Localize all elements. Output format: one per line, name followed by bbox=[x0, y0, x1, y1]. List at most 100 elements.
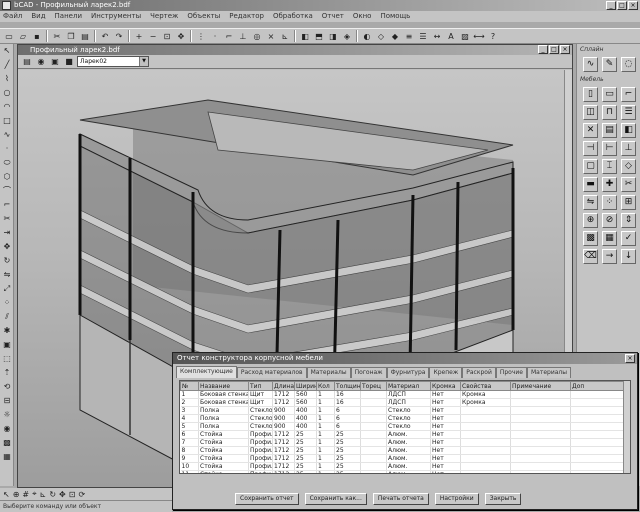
minimize-button[interactable]: _ bbox=[606, 1, 616, 10]
move-icon[interactable]: ✥ bbox=[1, 241, 13, 253]
snap-mid-icon[interactable]: ⊥ bbox=[237, 30, 249, 42]
array-panel-icon[interactable]: ⁘ bbox=[602, 195, 617, 210]
menu-objects[interactable]: Объекты bbox=[187, 11, 220, 22]
fillet-icon[interactable]: ⌒ bbox=[1, 185, 13, 197]
table-row[interactable]: 4 Полка Стекло 900 400 1 6 Стекло Нет bbox=[180, 414, 625, 423]
hatch-icon[interactable]: ▨ bbox=[459, 30, 471, 42]
point-icon[interactable]: · bbox=[1, 143, 13, 155]
undo-icon[interactable]: ↶ bbox=[99, 30, 111, 42]
trim-icon[interactable]: ✂ bbox=[1, 213, 13, 225]
fit-view-icon[interactable]: ⊡ bbox=[69, 490, 76, 499]
array-icon[interactable]: ⁘ bbox=[1, 297, 13, 309]
table-row[interactable]: 5 Полка Стекло 900 400 1 6 Стекло Нет bbox=[180, 422, 625, 431]
menu-processing[interactable]: Обработка bbox=[273, 11, 313, 22]
ortho-toggle-icon[interactable]: ⊾ bbox=[40, 490, 47, 499]
table-row[interactable]: 6СтойкаПрофиль171225125Алюм.Нет bbox=[180, 430, 625, 439]
close-report-button[interactable]: Закрыть bbox=[484, 493, 522, 505]
hinge-icon[interactable]: ⊢ bbox=[602, 141, 617, 156]
menu-panels[interactable]: Панели bbox=[55, 11, 82, 22]
chevron-down-icon[interactable]: ▼ bbox=[139, 57, 148, 66]
refresh-icon[interactable]: ⟳ bbox=[78, 490, 85, 499]
help-icon[interactable]: ? bbox=[487, 30, 499, 42]
panel-icon[interactable]: ▯ bbox=[583, 87, 598, 102]
tab-fasteners[interactable]: Крепеж bbox=[429, 367, 463, 378]
line-icon[interactable]: ╱ bbox=[1, 59, 13, 71]
tab-materials-2[interactable]: Материалы bbox=[527, 367, 571, 378]
extrude-icon[interactable]: ⇡ bbox=[1, 367, 13, 379]
arrow-down-icon[interactable]: ↓ bbox=[621, 249, 636, 264]
menu-report[interactable]: Отчет bbox=[322, 11, 344, 22]
column-header[interactable]: Свойства bbox=[460, 381, 511, 391]
cut-panel-icon[interactable]: ✂ bbox=[621, 177, 636, 192]
spline-close-icon[interactable]: ◌ bbox=[621, 57, 636, 72]
edge-icon[interactable]: ▬ bbox=[583, 177, 598, 192]
grid-scrollbar[interactable] bbox=[623, 381, 630, 473]
texture-icon[interactable]: ▦ bbox=[1, 451, 13, 463]
column-header[interactable]: Примечание bbox=[510, 381, 571, 391]
corner-icon[interactable]: ⌐ bbox=[621, 87, 636, 102]
view-iso-icon[interactable]: ◈ bbox=[341, 30, 353, 42]
close-button[interactable]: × bbox=[628, 1, 638, 10]
text-icon[interactable]: A bbox=[445, 30, 457, 42]
save-icon[interactable]: ▪ bbox=[31, 30, 43, 42]
column-header[interactable]: Кол bbox=[316, 381, 335, 391]
light-icon[interactable]: ☼ bbox=[1, 409, 13, 421]
doc-minimize-button[interactable]: _ bbox=[538, 45, 548, 54]
frame-icon[interactable]: ▢ bbox=[583, 159, 598, 174]
menu-file[interactable]: Файл bbox=[3, 11, 22, 22]
pan-icon[interactable]: ✥ bbox=[175, 30, 187, 42]
save-report-button[interactable]: Сохранить отчет bbox=[235, 493, 299, 505]
align-icon[interactable]: ⊞ bbox=[621, 195, 636, 210]
table-row[interactable]: 10СтойкаПрофиль171225125Алюм.Нет bbox=[180, 462, 625, 471]
handle-icon[interactable]: ⊣ bbox=[583, 141, 598, 156]
tab-components[interactable]: Комплектующие bbox=[176, 366, 237, 378]
settings-button[interactable]: Настройки bbox=[434, 493, 479, 505]
cabinet-icon[interactable]: ◫ bbox=[583, 105, 598, 120]
door-icon[interactable]: ◧ bbox=[621, 123, 636, 138]
copy-icon[interactable]: ❐ bbox=[65, 30, 77, 42]
table-row[interactable]: 11СтойкаПрофиль171225125Алюм.Нет bbox=[180, 470, 625, 473]
leg-icon[interactable]: ⊥ bbox=[621, 141, 636, 156]
delete-icon[interactable]: ⌫ bbox=[583, 249, 598, 264]
new-file-icon[interactable]: ▭ bbox=[3, 30, 15, 42]
table-row[interactable]: 7СтойкаПрофиль171225125Алюм.Нет bbox=[180, 438, 625, 447]
table-row[interactable]: 2 Боковая стенка Щит 1712 560 1 16 ЛДСП Нет Кромк… bbox=[180, 398, 625, 407]
camera-icon[interactable]: ◉ bbox=[1, 423, 13, 435]
table-row[interactable]: 9СтойкаПрофиль171225125Алюм.Нет bbox=[180, 454, 625, 463]
extend-icon[interactable]: ⇥ bbox=[1, 227, 13, 239]
offset-icon[interactable]: ⫽ bbox=[1, 311, 13, 323]
zoom-out-icon[interactable]: − bbox=[147, 30, 159, 42]
mirror-panel-icon[interactable]: ⇋ bbox=[583, 195, 598, 210]
layer-manager-icon[interactable]: ▤ bbox=[21, 56, 33, 68]
table-row[interactable]: 1 Боковая стенка Щит 1712 560 1 16 ЛДСП Нет Кромк… bbox=[180, 390, 625, 399]
column-header[interactable]: Толщина bbox=[334, 381, 361, 391]
fastener-icon[interactable]: ✚ bbox=[602, 177, 617, 192]
column-header[interactable]: Торец bbox=[360, 381, 387, 391]
rotate-icon[interactable]: ↻ bbox=[1, 255, 13, 267]
layer-color-icon[interactable]: ■ bbox=[63, 56, 75, 68]
tab-cutting[interactable]: Раскрой bbox=[462, 367, 496, 378]
snap-toggle-icon[interactable]: ⌖ bbox=[32, 489, 37, 499]
zoom-icon[interactable]: ⊕ bbox=[13, 490, 20, 499]
snap-center-icon[interactable]: ◎ bbox=[251, 30, 263, 42]
tab-moulding[interactable]: Погонаж bbox=[350, 367, 387, 378]
layer-visible-icon[interactable]: ◉ bbox=[35, 56, 47, 68]
shelf-icon[interactable]: ☰ bbox=[621, 105, 636, 120]
menu-view[interactable]: Вид bbox=[31, 11, 45, 22]
texture-dir-icon[interactable]: ⇕ bbox=[621, 213, 636, 228]
doc-close-button[interactable]: × bbox=[560, 45, 570, 54]
tab-material-usage[interactable]: Расход материалов bbox=[236, 367, 307, 378]
column-header[interactable]: Название bbox=[198, 381, 249, 391]
profile-icon[interactable]: ⌶ bbox=[602, 159, 617, 174]
join-icon[interactable]: ⊕ bbox=[583, 213, 598, 228]
snap-point-icon[interactable]: · bbox=[209, 30, 221, 42]
check-icon[interactable]: ✓ bbox=[621, 231, 636, 246]
chamfer-icon[interactable]: ⌐ bbox=[1, 199, 13, 211]
snap-grid-icon[interactable]: ⋮ bbox=[195, 30, 207, 42]
rotate-view-icon[interactable]: ↻ bbox=[49, 490, 56, 499]
glass-icon[interactable]: ◇ bbox=[621, 159, 636, 174]
pan-view-icon[interactable]: ✥ bbox=[59, 490, 66, 499]
rectangle-icon[interactable]: □ bbox=[1, 115, 13, 127]
dimension-icon[interactable]: ⟷ bbox=[473, 30, 485, 42]
scale-icon[interactable]: ⤢ bbox=[1, 283, 13, 295]
